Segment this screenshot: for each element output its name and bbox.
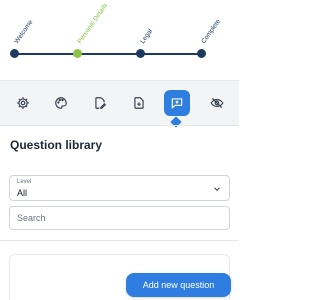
question-library-button[interactable] — [164, 90, 190, 116]
step-label-complete: Complete — [200, 18, 222, 45]
step-label-legal: Legal — [139, 27, 155, 45]
panel-title: Question library — [10, 138, 103, 152]
eye-off-icon — [210, 97, 224, 109]
form-builder-sidebar: Welcome Personal Details Legal Complete — [0, 0, 239, 300]
add-page-button[interactable] — [126, 90, 152, 116]
step-dot-complete[interactable] — [197, 49, 206, 58]
settings-button[interactable] — [10, 90, 36, 116]
divider — [0, 240, 239, 241]
editor-toolbar — [0, 81, 239, 125]
level-select-value: All — [17, 188, 28, 198]
level-select-caption: Level — [17, 179, 32, 185]
step-dot-personal-details[interactable] — [73, 49, 82, 58]
palette-icon — [55, 97, 67, 109]
level-select[interactable]: Level All — [9, 175, 230, 201]
edit-document-button[interactable] — [87, 90, 113, 116]
divider — [0, 125, 239, 126]
stepper-track — [14, 53, 200, 55]
step-dot-legal[interactable] — [136, 49, 145, 58]
chevron-down-icon — [214, 187, 220, 191]
add-new-question-button[interactable]: Add new question — [126, 273, 231, 297]
edit-document-icon — [95, 97, 107, 109]
step-label-welcome: Welcome — [13, 18, 35, 45]
search-input[interactable] — [9, 206, 230, 230]
chat-add-icon — [171, 98, 183, 109]
visibility-button[interactable] — [204, 90, 230, 116]
progress-stepper: Welcome Personal Details Legal Complete — [0, 0, 239, 68]
theme-button[interactable] — [48, 90, 74, 116]
step-label-personal-details: Personal Details — [76, 2, 110, 46]
gear-icon — [17, 97, 29, 109]
step-dot-welcome[interactable] — [10, 49, 19, 58]
add-file-icon — [134, 97, 144, 109]
